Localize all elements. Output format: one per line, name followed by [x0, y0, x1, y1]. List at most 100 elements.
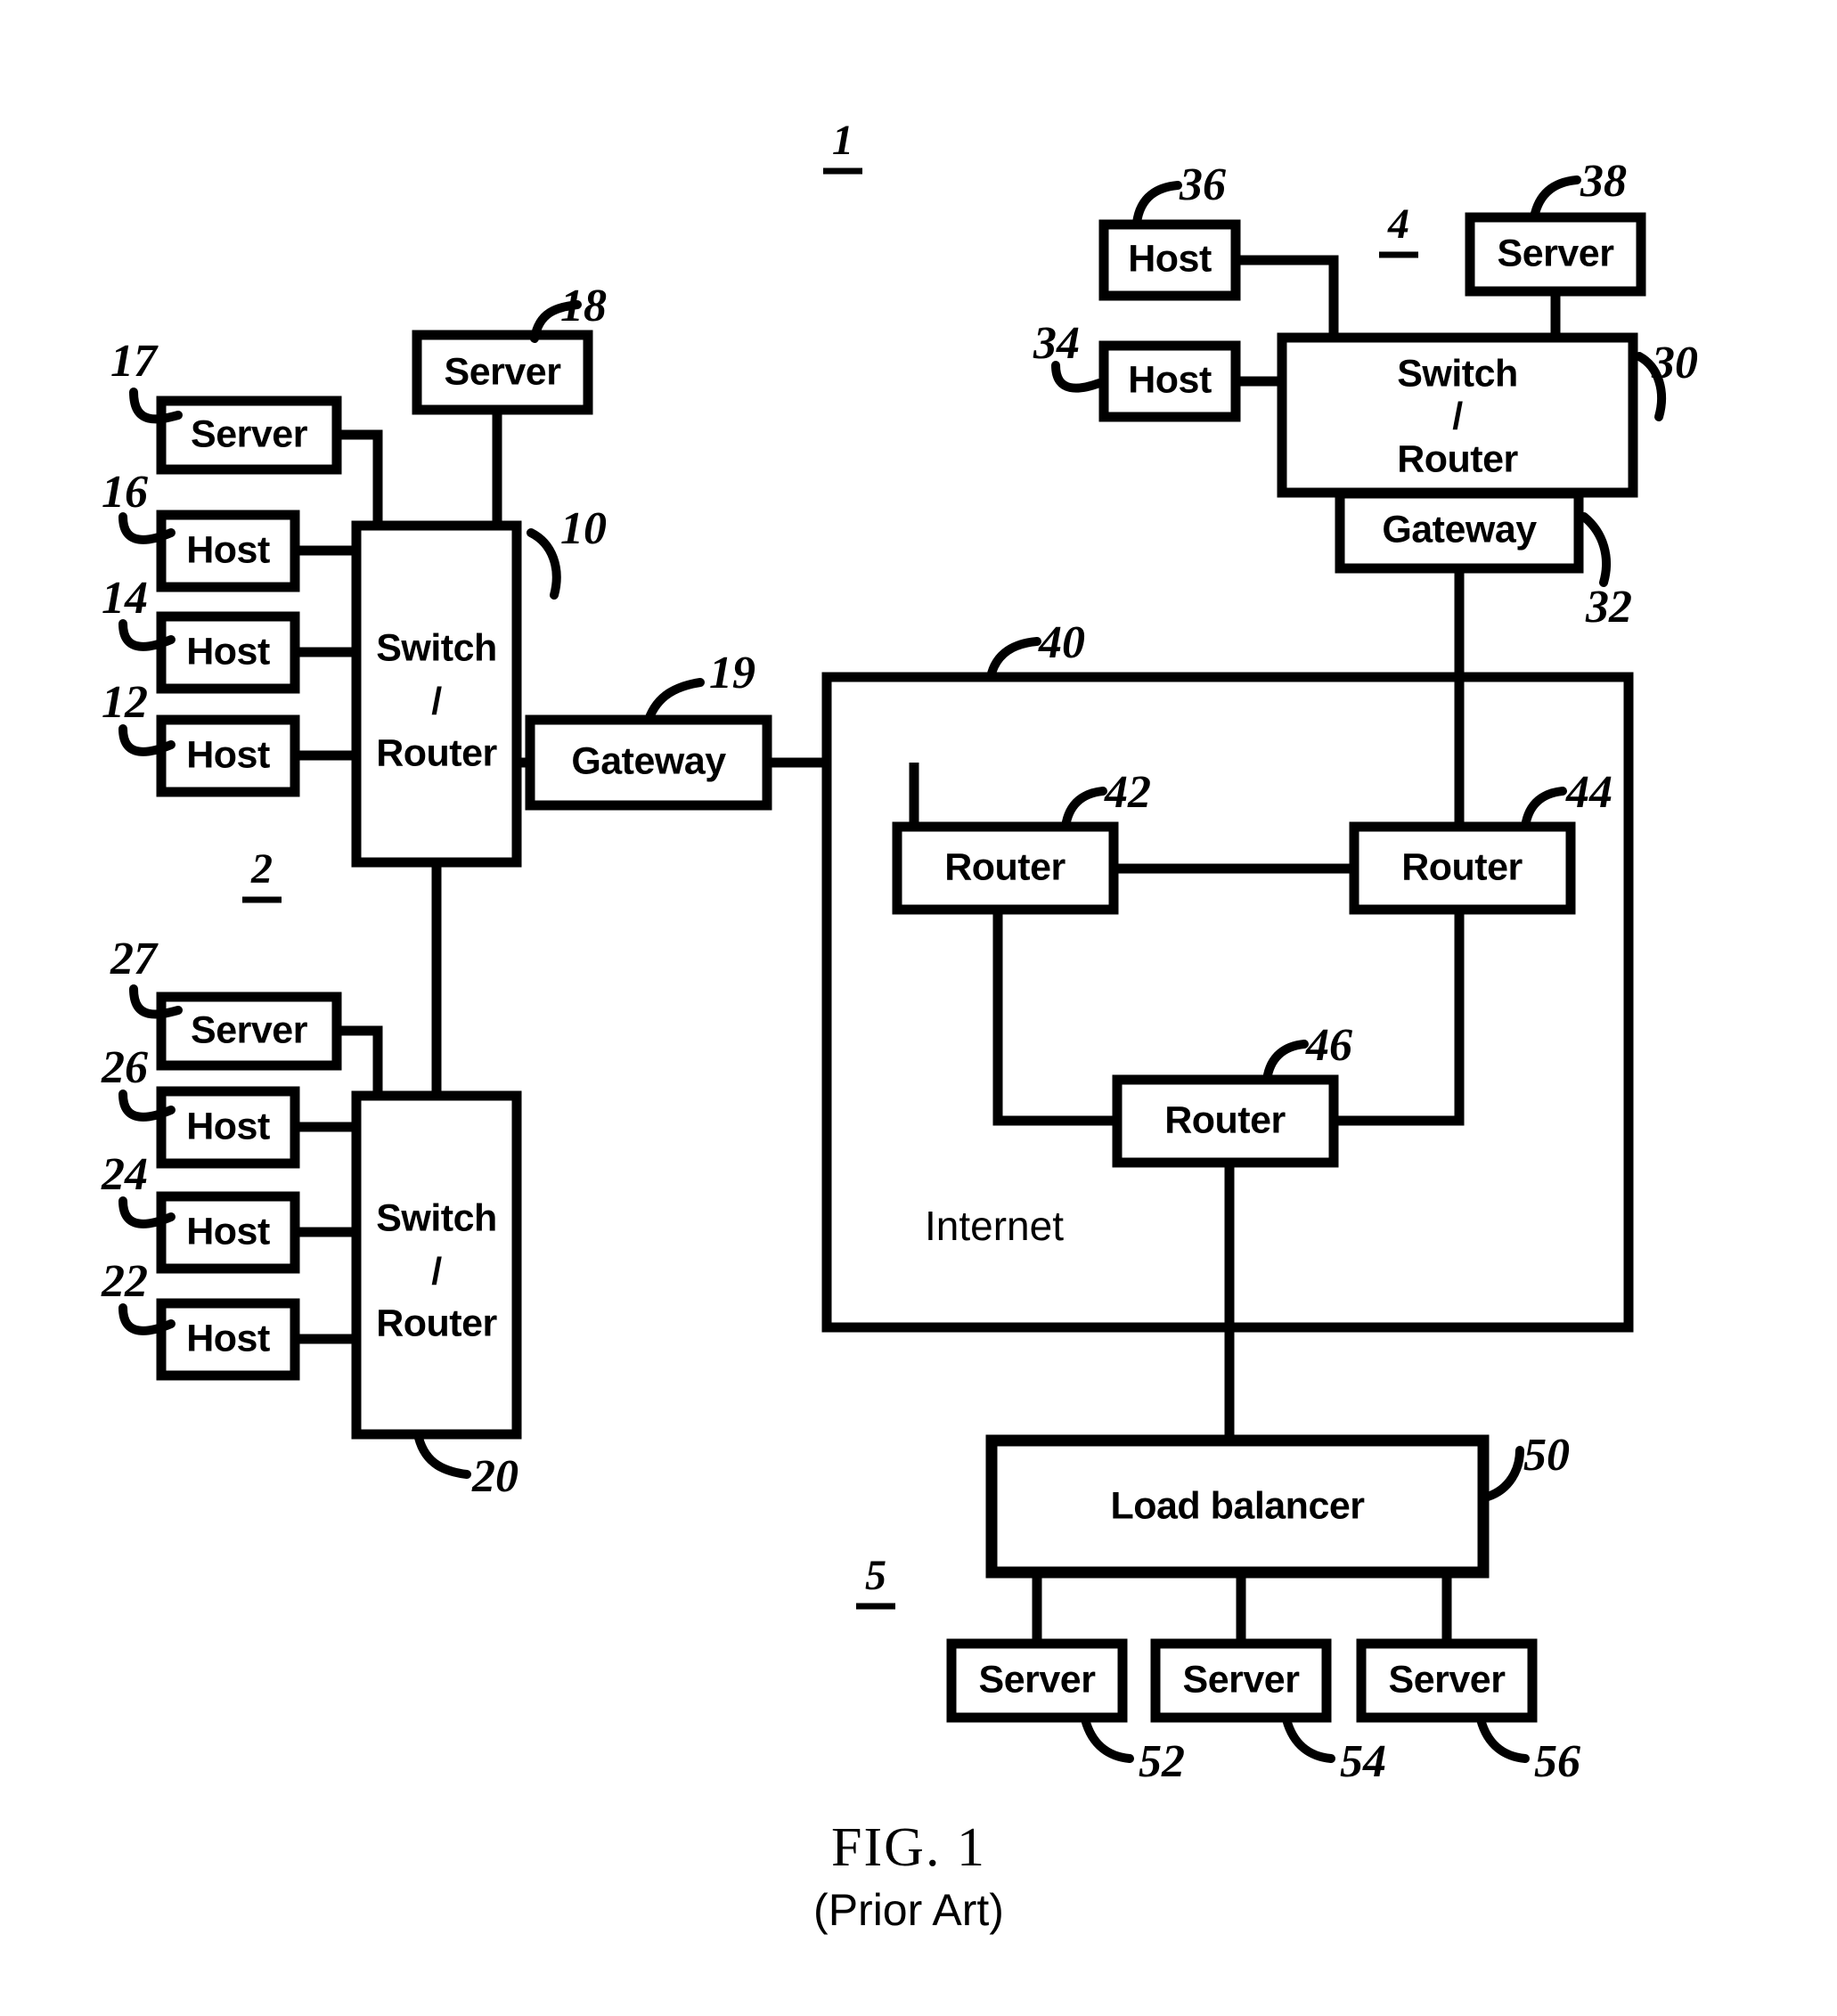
node-server-17-label: Server — [191, 412, 308, 455]
node-host-34-label: Host — [1128, 358, 1212, 401]
node-switch-router-20[interactable]: Switch / Router — [351, 1090, 522, 1440]
ref-numeral-10: 10 — [560, 503, 607, 554]
node-switch-router-10[interactable]: Switch / Router — [351, 520, 522, 868]
node-switch-router-10-label-line2: Router — [376, 731, 497, 774]
ref-numeral-50: 50 — [1523, 1430, 1570, 1481]
figure-subtitle: (Prior Art) — [813, 1885, 1004, 1935]
ref-numeral-36: 36 — [1179, 159, 1226, 210]
node-switch-router-30[interactable]: Switch / Router — [1277, 332, 1638, 498]
node-switch-router-10-label-slash: / — [431, 680, 442, 722]
node-switch-router-30-label-line1: Switch — [1397, 352, 1518, 395]
node-host-22[interactable]: Host — [156, 1298, 300, 1381]
internet-cloud-label: Internet — [925, 1203, 1064, 1249]
node-switch-router-30-label-line2: Router — [1397, 437, 1518, 480]
ref-numeral-56: 56 — [1534, 1736, 1580, 1787]
node-gateway-19-label: Gateway — [571, 739, 726, 782]
leader-line-54-icon — [1282, 1715, 1335, 1763]
ref-numeral-27: 27 — [110, 934, 159, 984]
patent-figure-root: Internet Server Server Host Host Host Sw… — [0, 0, 1837, 2016]
node-router-42[interactable]: Router — [892, 821, 1119, 915]
network-diagram-canvas: Internet Server Server Host Host Host Sw… — [101, 117, 1698, 1935]
node-host-14-label: Host — [186, 630, 270, 673]
link-server17-switch10 — [337, 429, 383, 526]
node-host-22-label: Host — [186, 1317, 270, 1359]
node-host-34[interactable]: Host — [1098, 340, 1241, 422]
node-router-46[interactable]: Router — [1112, 1074, 1339, 1168]
node-host-36-label: Host — [1128, 237, 1212, 280]
node-server-27-label: Server — [191, 1008, 308, 1051]
node-host-16[interactable]: Host — [156, 510, 300, 592]
ref-numeral-42: 42 — [1104, 767, 1151, 818]
leader-line-36-icon — [1132, 181, 1182, 227]
node-switch-router-10-label-line1: Switch — [376, 626, 497, 669]
node-server-18-label: Server — [445, 350, 562, 393]
ref-numeral-34: 34 — [1033, 318, 1080, 369]
node-server-54[interactable]: Server — [1150, 1638, 1332, 1723]
leader-line-42-icon — [1061, 787, 1107, 831]
node-host-24[interactable]: Host — [156, 1191, 300, 1274]
ref-numeral-30: 30 — [1651, 338, 1698, 388]
group-numeral-4: 4 — [1387, 200, 1409, 248]
node-switch-router-20-label-slash: / — [431, 1250, 442, 1293]
leader-line-40-icon — [986, 637, 1041, 682]
node-server-52-label: Server — [979, 1658, 1097, 1701]
node-host-26[interactable]: Host — [156, 1086, 300, 1169]
ref-numeral-44: 44 — [1565, 767, 1612, 818]
ref-numeral-16: 16 — [102, 467, 148, 518]
leader-line-38-icon — [1530, 175, 1581, 222]
node-load-balancer-50[interactable]: Load balancer — [985, 1434, 1490, 1579]
node-host-16-label: Host — [186, 528, 270, 571]
link-router42-router46 — [992, 910, 1117, 1126]
node-host-24-label: Host — [186, 1210, 270, 1253]
node-router-46-label: Router — [1164, 1098, 1286, 1141]
leader-line-44-icon — [1521, 787, 1567, 831]
link-server27-switch20 — [337, 1025, 383, 1096]
ref-numeral-26: 26 — [101, 1042, 148, 1093]
node-server-52[interactable]: Server — [946, 1638, 1128, 1723]
ref-numeral-18: 18 — [560, 281, 607, 331]
group-numeral-1: 1 — [832, 117, 853, 164]
node-gateway-32-label: Gateway — [1382, 508, 1537, 551]
ref-numeral-22: 22 — [101, 1256, 148, 1307]
link-router44-router46 — [1334, 910, 1465, 1126]
node-server-38-label: Server — [1498, 232, 1615, 274]
ref-numeral-19: 19 — [709, 648, 755, 698]
node-router-44[interactable]: Router — [1349, 821, 1576, 915]
figure-title: FIG. 1 — [831, 1817, 986, 1878]
node-server-18[interactable]: Server — [412, 330, 593, 415]
node-server-56[interactable]: Server — [1356, 1638, 1538, 1723]
ref-numeral-54: 54 — [1340, 1736, 1386, 1787]
ref-numeral-14: 14 — [102, 573, 148, 624]
ref-numeral-32: 32 — [1585, 582, 1632, 633]
node-host-26-label: Host — [186, 1105, 270, 1147]
ref-numeral-38: 38 — [1580, 156, 1627, 207]
group-numeral-2: 2 — [250, 845, 273, 893]
node-load-balancer-50-label: Load balancer — [1110, 1484, 1365, 1527]
node-host-12[interactable]: Host — [156, 714, 300, 797]
node-router-42-label: Router — [944, 845, 1065, 888]
node-server-27[interactable]: Server — [156, 992, 342, 1071]
ref-numeral-17: 17 — [110, 336, 159, 387]
node-server-38[interactable]: Server — [1465, 212, 1646, 297]
ref-numeral-46: 46 — [1305, 1020, 1352, 1071]
leader-line-52-icon — [1081, 1715, 1134, 1763]
figure-caption: FIG. 1 (Prior Art) — [813, 1817, 1004, 1935]
node-host-14[interactable]: Host — [156, 611, 300, 694]
leader-line-20-icon — [414, 1433, 471, 1479]
node-host-36[interactable]: Host — [1098, 219, 1241, 301]
leader-line-10-icon — [527, 528, 561, 600]
node-gateway-19[interactable]: Gateway — [525, 714, 772, 811]
link-host36-switch30 — [1236, 255, 1339, 338]
ref-numeral-20: 20 — [471, 1451, 518, 1502]
leader-line-46-icon — [1262, 1040, 1309, 1084]
node-router-44-label: Router — [1401, 845, 1523, 888]
node-boxes: Server Server Host Host Host Switch / Ro… — [156, 212, 1646, 1723]
ref-numeral-52: 52 — [1139, 1736, 1185, 1787]
ref-numeral-12: 12 — [102, 677, 148, 728]
node-server-54-label: Server — [1183, 1658, 1301, 1701]
node-gateway-32[interactable]: Gateway — [1335, 488, 1584, 574]
node-server-17[interactable]: Server — [156, 396, 342, 475]
node-host-12-label: Host — [186, 733, 270, 776]
leader-line-19-icon — [644, 678, 705, 724]
leader-line-56-icon — [1476, 1715, 1530, 1763]
